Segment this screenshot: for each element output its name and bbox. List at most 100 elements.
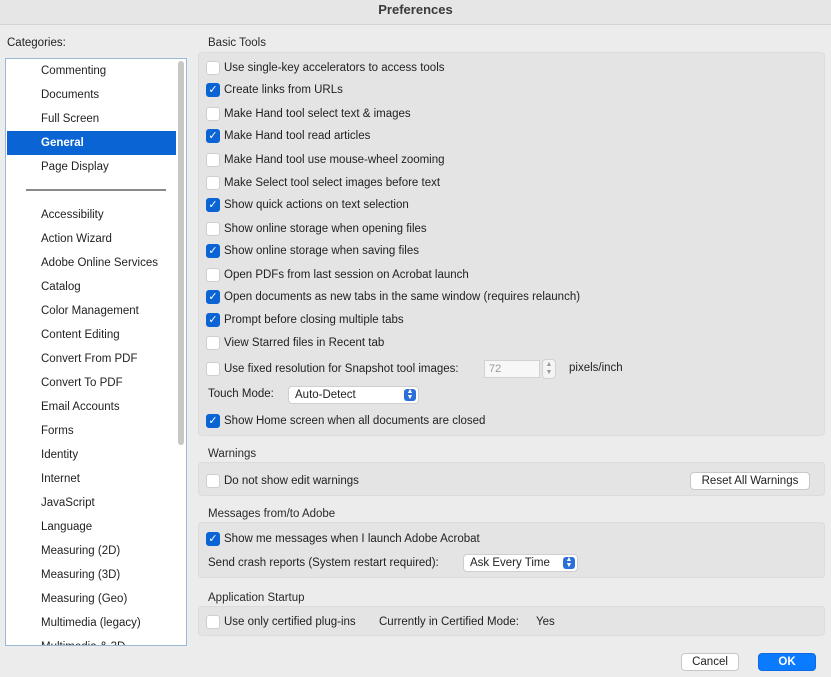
option-label: Show me messages when I launch Adobe Acr… [224, 533, 480, 545]
category-accessibility[interactable]: Accessibility [7, 203, 176, 227]
checkbox[interactable] [206, 474, 220, 488]
option-label: Make Hand tool read articles [224, 130, 371, 142]
option-hand-wheel-zoom[interactable]: Make Hand tool use mouse-wheel zooming [206, 151, 445, 169]
option-label: Show online storage when saving files [224, 245, 419, 257]
category-action-wizard[interactable]: Action Wizard [7, 227, 176, 251]
option-label: Use only certified plug-ins [224, 616, 356, 628]
checkbox[interactable] [206, 153, 220, 167]
option-single-key-accelerators[interactable]: Use single-key accelerators to access to… [206, 59, 445, 77]
touch-mode-label: Touch Mode: [208, 388, 274, 400]
touch-mode-value: Auto-Detect [295, 389, 356, 401]
checkbox[interactable] [206, 176, 220, 190]
crash-reports-select[interactable]: Ask Every Time ▲ ▼ [463, 554, 578, 572]
snapshot-resolution-input[interactable]: 72 [484, 360, 540, 378]
option-open-last-session[interactable]: Open PDFs from last session on Acrobat l… [206, 266, 469, 284]
category-internet[interactable]: Internet [7, 467, 176, 491]
categories-label: Categories: [7, 37, 66, 49]
warnings-title: Warnings [208, 448, 257, 460]
checkbox[interactable] [206, 268, 220, 282]
option-show-messages[interactable]: Show me messages when I launch Adobe Acr… [206, 530, 480, 548]
category-measuring-geo[interactable]: Measuring (Geo) [7, 587, 176, 611]
option-label: Open documents as new tabs in the same w… [224, 291, 581, 303]
window-title: Preferences [0, 0, 831, 25]
option-home-screen[interactable]: Show Home screen when all documents are … [206, 412, 485, 430]
category-divider [26, 189, 166, 191]
option-snapshot-resolution[interactable]: Use fixed resolution for Snapshot tool i… [206, 360, 459, 378]
option-label: Prompt before closing multiple tabs [224, 314, 404, 326]
option-no-edit-warnings[interactable]: Do not show edit warnings [206, 472, 359, 490]
checkbox[interactable] [206, 129, 220, 143]
category-commenting[interactable]: Commenting [7, 59, 176, 83]
category-javascript[interactable]: JavaScript [7, 491, 176, 515]
option-new-tabs[interactable]: Open documents as new tabs in the same w… [206, 288, 580, 306]
checkbox[interactable] [206, 615, 220, 629]
snapshot-resolution-stepper[interactable]: ▲ ▼ [542, 359, 556, 379]
category-identity[interactable]: Identity [7, 443, 176, 467]
checkbox[interactable] [206, 532, 220, 546]
certified-mode-value: Yes [536, 616, 555, 628]
category-general[interactable]: General [7, 131, 176, 155]
category-catalog[interactable]: Catalog [7, 275, 176, 299]
category-adobe-online-services[interactable]: Adobe Online Services [7, 251, 176, 275]
option-label: Use fixed resolution for Snapshot tool i… [224, 363, 459, 375]
reset-warnings-button[interactable]: Reset All Warnings [690, 472, 810, 490]
messages-title: Messages from/to Adobe [208, 508, 336, 520]
option-label: Open PDFs from last session on Acrobat l… [224, 269, 469, 281]
option-hand-select-text[interactable]: Make Hand tool select text & images [206, 105, 411, 123]
checkbox[interactable] [206, 83, 220, 97]
option-storage-opening[interactable]: Show online storage when opening files [206, 220, 427, 238]
checkbox[interactable] [206, 336, 220, 350]
checkbox[interactable] [206, 198, 220, 212]
basic-tools-title: Basic Tools [208, 37, 266, 49]
option-label: Show Home screen when all documents are … [224, 415, 486, 427]
category-page-display[interactable]: Page Display [7, 155, 176, 179]
checkbox[interactable] [206, 244, 220, 258]
cancel-button[interactable]: Cancel [681, 653, 739, 671]
categories-list[interactable]: Commenting Documents Full Screen General… [5, 58, 187, 646]
option-label: Make Hand tool use mouse-wheel zooming [224, 154, 445, 166]
category-content-editing[interactable]: Content Editing [7, 323, 176, 347]
checkbox[interactable] [206, 362, 220, 376]
certified-mode-label: Currently in Certified Mode: [379, 616, 519, 628]
category-forms[interactable]: Forms [7, 419, 176, 443]
startup-title: Application Startup [208, 592, 305, 604]
category-color-management[interactable]: Color Management [7, 299, 176, 323]
crash-reports-value: Ask Every Time [470, 557, 550, 569]
category-documents[interactable]: Documents [7, 83, 176, 107]
category-convert-from-pdf[interactable]: Convert From PDF [7, 347, 176, 371]
category-full-screen[interactable]: Full Screen [7, 107, 176, 131]
option-starred-files[interactable]: View Starred files in Recent tab [206, 334, 384, 352]
ok-button[interactable]: OK [758, 653, 816, 671]
option-label: Make Hand tool select text & images [224, 108, 411, 120]
category-email-accounts[interactable]: Email Accounts [7, 395, 176, 419]
option-label: Do not show edit warnings [224, 475, 359, 487]
category-measuring-2d[interactable]: Measuring (2D) [7, 539, 176, 563]
checkbox[interactable] [206, 313, 220, 327]
option-certified-plugins[interactable]: Use only certified plug-ins [206, 613, 356, 631]
option-label: Make Select tool select images before te… [224, 177, 441, 189]
category-measuring-3d[interactable]: Measuring (3D) [7, 563, 176, 587]
category-language[interactable]: Language [7, 515, 176, 539]
category-multimedia-3d[interactable]: Multimedia & 3D [7, 635, 176, 645]
checkbox[interactable] [206, 222, 220, 236]
chevron-updown-icon: ▲ ▼ [563, 556, 575, 569]
option-select-images-first[interactable]: Make Select tool select images before te… [206, 174, 440, 192]
chevron-updown-icon: ▲ ▼ [404, 388, 416, 401]
option-label: Create links from URLs [224, 84, 343, 96]
option-quick-actions[interactable]: Show quick actions on text selection [206, 196, 409, 214]
option-hand-read-articles[interactable]: Make Hand tool read articles [206, 127, 370, 145]
category-convert-to-pdf[interactable]: Convert To PDF [7, 371, 176, 395]
checkbox[interactable] [206, 107, 220, 121]
checkbox[interactable] [206, 414, 220, 428]
option-storage-saving[interactable]: Show online storage when saving files [206, 242, 419, 260]
option-label: View Starred files in Recent tab [224, 337, 385, 349]
option-label: Use single-key accelerators to access to… [224, 62, 445, 74]
checkbox[interactable] [206, 61, 220, 75]
touch-mode-select[interactable]: Auto-Detect ▲ ▼ [288, 386, 419, 404]
option-prompt-closing-tabs[interactable]: Prompt before closing multiple tabs [206, 311, 404, 329]
categories-scrollbar[interactable] [178, 61, 184, 445]
category-multimedia-legacy[interactable]: Multimedia (legacy) [7, 611, 176, 635]
crash-reports-label: Send crash reports (System restart requi… [208, 557, 439, 569]
checkbox[interactable] [206, 290, 220, 304]
option-create-links[interactable]: Create links from URLs [206, 81, 343, 99]
